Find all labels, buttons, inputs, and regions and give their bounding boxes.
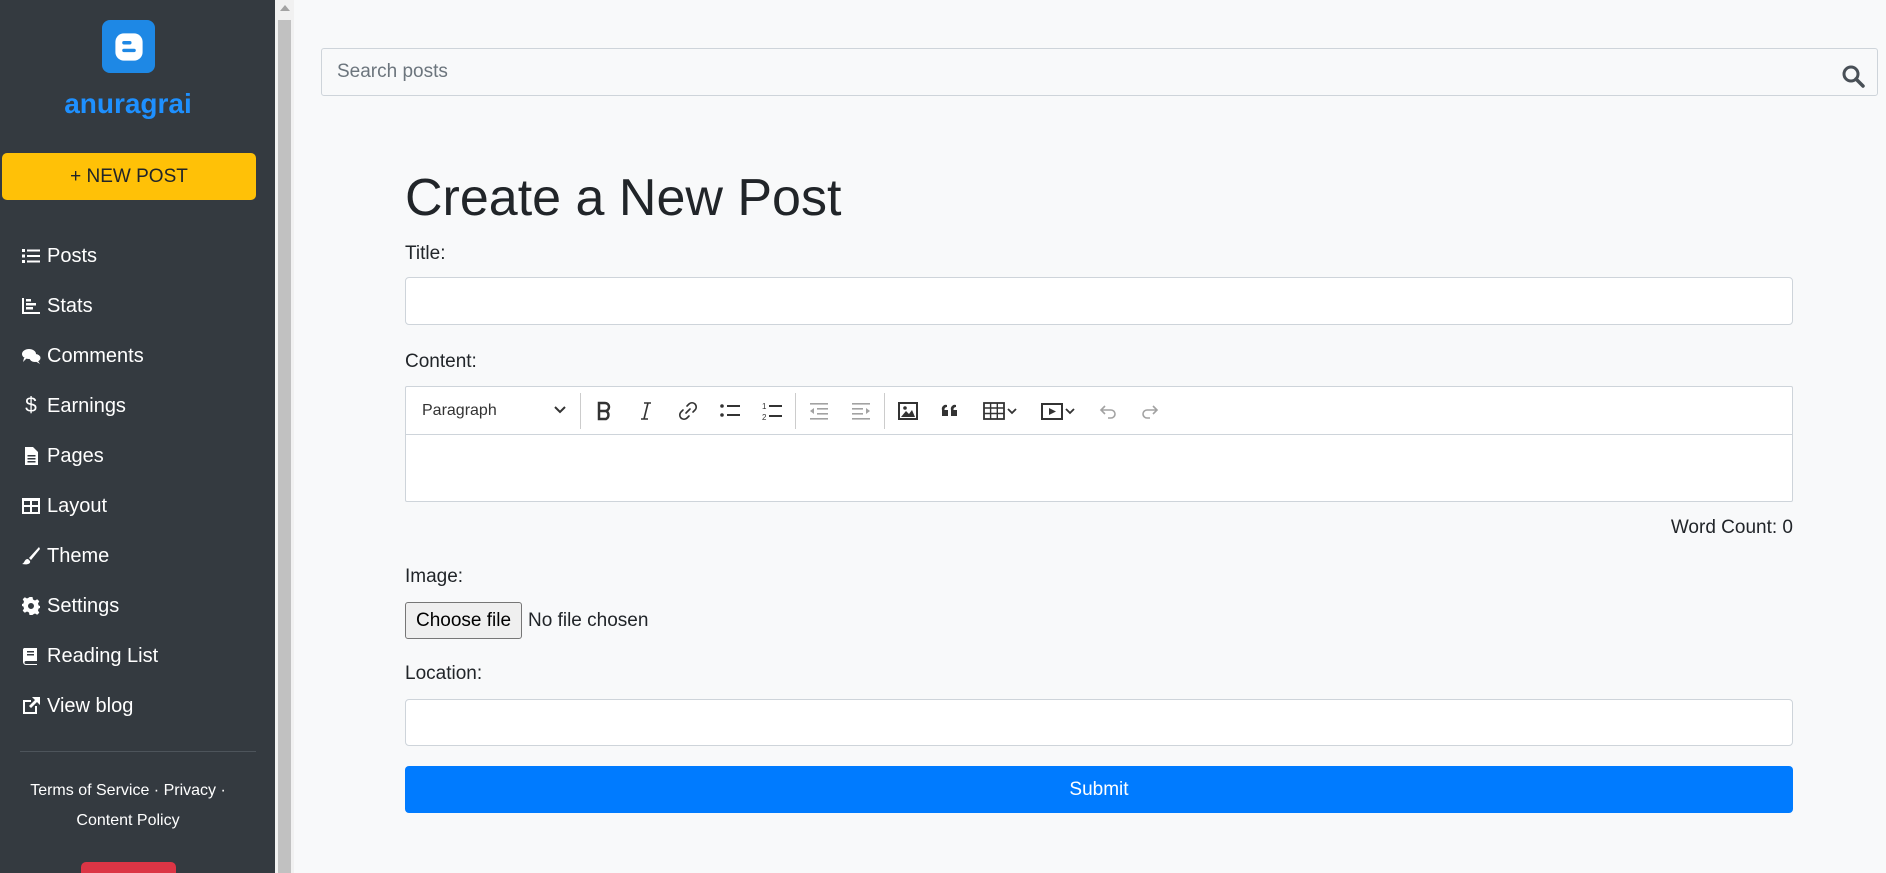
sidebar-item-label: Earnings [47,394,126,417]
chart-icon [21,296,41,316]
book-icon [21,646,41,666]
sidebar-item-pages[interactable]: Pages [0,431,256,481]
table-icon [983,401,1017,420]
location-label: Location: [405,663,483,684]
dollar-icon: $ [25,394,37,417]
link-separator: · [149,782,164,799]
sidebar-item-comments[interactable]: Comments [0,331,256,381]
toolbar-separator [580,392,581,429]
terms-link[interactable]: Terms of Service [30,782,149,799]
footer-links: Terms of Service · Privacy · Content Pol… [0,776,256,836]
insert-table-button[interactable] [971,387,1029,435]
sidebar-item-label: Comments [47,344,144,367]
privacy-link[interactable]: Privacy [164,782,216,799]
undo-button[interactable] [1087,387,1129,435]
image-icon [898,401,918,420]
title-label: Title: [405,243,446,264]
external-link-icon [21,696,41,716]
sidebar-nav: Posts Stats Comments $ Earnings Pages La… [0,231,256,731]
sidebar: anuragrai + NEW POST Posts Stats Comment… [0,0,275,873]
scroll-thumb[interactable] [278,20,291,873]
sidebar-divider [20,751,256,752]
sidebar-item-label: Posts [47,244,98,267]
new-post-button[interactable]: + NEW POST [2,153,256,200]
paragraph-style-dropdown[interactable]: Paragraph [406,387,578,435]
redo-icon [1142,404,1159,419]
sidebar-item-label: Layout [47,494,108,517]
title-input[interactable] [405,277,1793,325]
comments-icon [21,346,41,366]
location-input[interactable] [405,699,1793,746]
scrollbar[interactable] [275,0,294,873]
sidebar-item-posts[interactable]: Posts [0,231,256,281]
sidebar-item-label: Stats [47,294,93,317]
paragraph-style-label: Paragraph [422,401,497,419]
sidebar-item-label: Settings [47,594,120,617]
svg-text:2: 2 [762,413,767,422]
search-box [321,48,1878,96]
indent-icon [852,402,870,420]
bulleted-list-icon [720,403,740,417]
content-policy-link[interactable]: Content Policy [76,812,179,829]
undo-icon [1099,404,1116,419]
content-label: Content: [405,351,477,372]
search-input[interactable] [322,49,1877,95]
outdent-icon [810,402,828,420]
chevron-down-icon [554,405,566,413]
italic-icon [641,401,651,420]
sidebar-item-stats[interactable]: Stats [0,281,256,331]
indent-button[interactable] [840,387,882,435]
numbered-list-icon: 12 [762,402,782,422]
blogger-logo-icon[interactable] [102,20,155,73]
editor-content-area[interactable] [406,435,1792,501]
file-input: Choose file No file chosen [405,602,648,639]
choose-file-button[interactable]: Choose file [405,602,522,639]
italic-button[interactable] [625,387,667,435]
sidebar-item-label: Reading List [47,644,159,667]
word-count: Word Count: 0 [1670,517,1793,538]
sidebar-item-label: View blog [47,694,134,717]
sidebar-item-theme[interactable]: Theme [0,531,256,581]
sidebar-item-earnings[interactable]: $ Earnings [0,381,256,431]
link-separator: · [216,782,226,799]
sidebar-item-layout[interactable]: Layout [0,481,256,531]
gear-icon [21,596,41,616]
sidebar-item-label: Pages [47,444,104,467]
editor-toolbar: Paragraph 12 [406,387,1792,435]
toolbar-separator [795,392,796,429]
svg-text:1: 1 [762,402,767,411]
sidebar-item-settings[interactable]: Settings [0,581,256,631]
sign-out-button[interactable] [81,862,176,873]
rich-text-editor: Paragraph 12 [405,386,1793,502]
sidebar-item-view-blog[interactable]: View blog [0,681,256,731]
media-icon [1041,402,1075,420]
redo-button[interactable] [1129,387,1171,435]
list-icon [21,246,41,266]
link-icon [678,401,698,420]
insert-image-button[interactable] [887,387,929,435]
bold-icon [597,401,611,420]
page-icon [21,446,41,466]
link-button[interactable] [667,387,709,435]
toolbar-separator [884,392,885,429]
image-label: Image: [405,566,464,587]
bulleted-list-button[interactable] [709,387,751,435]
file-status: No file chosen [528,609,649,631]
page-title: Create a New Post [405,169,842,227]
numbered-list-button[interactable]: 12 [751,387,793,435]
scroll-up-arrow-icon[interactable] [280,5,290,11]
quote-icon [941,404,957,416]
sidebar-item-label: Theme [47,544,110,567]
layout-icon [21,496,41,516]
blockquote-button[interactable] [929,387,971,435]
bold-button[interactable] [583,387,625,435]
outdent-button[interactable] [798,387,840,435]
submit-button[interactable]: Submit [405,766,1793,813]
insert-media-button[interactable] [1029,387,1087,435]
brush-icon [21,546,41,566]
search-icon[interactable] [1841,64,1865,88]
blog-name[interactable]: anuragrai [0,88,256,120]
sidebar-item-reading-list[interactable]: Reading List [0,631,256,681]
